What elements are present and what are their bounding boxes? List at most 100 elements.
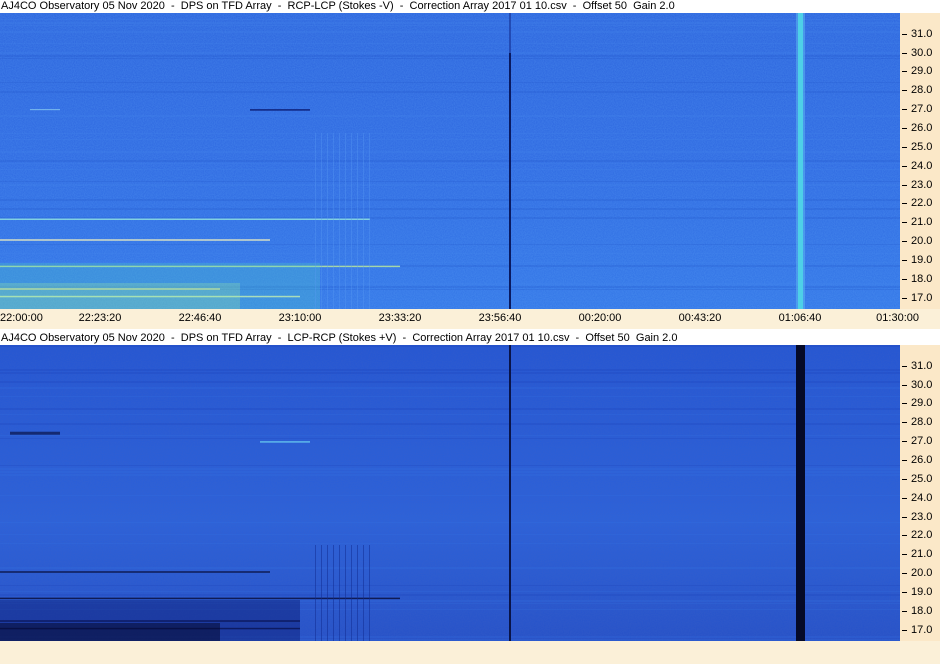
x-tick-label: 22:23:20 xyxy=(78,312,122,324)
frequency-band xyxy=(0,534,900,535)
y-tick-mark xyxy=(902,109,907,111)
frequency-band xyxy=(0,55,900,57)
frequency-band xyxy=(0,423,900,425)
frequency-band xyxy=(0,262,900,263)
faint-vertical-structure xyxy=(339,133,340,309)
faint-vertical-structure xyxy=(339,545,340,641)
faint-vertical-structure xyxy=(333,133,334,309)
dark-short-line xyxy=(10,431,60,435)
y-tick-mark xyxy=(902,71,907,73)
frequency-band xyxy=(0,372,900,374)
y-tick-label: 26.0 xyxy=(911,122,933,134)
y-tick-mark xyxy=(902,591,907,593)
frequency-band xyxy=(0,381,900,383)
faint-vertical-structure xyxy=(333,545,334,641)
y-tick-label: 20.0 xyxy=(911,235,933,248)
y-tick-label: 27.0 xyxy=(911,103,933,116)
y-tick: 30.0 xyxy=(900,47,940,59)
y-tick-label: 19.0 xyxy=(911,253,933,266)
faint-vertical-structure xyxy=(363,545,364,641)
y-tick: 17.0 xyxy=(900,624,940,636)
x-tick-label: 00:20:00 xyxy=(578,312,622,324)
y-tick-mark xyxy=(902,259,907,261)
frequency-band xyxy=(0,25,900,26)
frequency-band xyxy=(0,169,900,170)
frequency-band xyxy=(0,495,900,496)
frequency-band xyxy=(0,181,900,182)
frequency-band xyxy=(0,408,900,410)
y-tick-mark xyxy=(902,90,907,92)
y-tick: 31.0 xyxy=(900,28,940,40)
frequency-band xyxy=(0,22,900,24)
y-tick-mark xyxy=(902,554,907,556)
faint-vertical-structure xyxy=(345,133,346,309)
bright-short-line xyxy=(260,441,310,443)
frequency-band xyxy=(0,115,900,117)
y-tick-label: 18.0 xyxy=(911,272,933,285)
x-tick-label: 01:30:00 xyxy=(876,312,919,324)
y-tick: 28.0 xyxy=(900,416,940,428)
frequency-band xyxy=(0,208,900,210)
faint-vertical-structure xyxy=(321,133,322,309)
frequency-band xyxy=(0,387,900,389)
y-tick-label: 23.0 xyxy=(911,178,933,191)
frequency-band xyxy=(0,435,900,436)
y-tick-label: 28.0 xyxy=(911,84,933,97)
frequency-band xyxy=(0,471,900,473)
frequency-band xyxy=(0,468,900,470)
frequency-band xyxy=(0,160,900,162)
y-tick-label: 24.0 xyxy=(911,491,933,504)
dark-short-line xyxy=(250,109,310,111)
dark-vertical-band xyxy=(796,345,805,641)
y-tick-mark xyxy=(902,460,907,461)
faint-vertical-structure xyxy=(327,545,328,641)
y-tick-label: 22.0 xyxy=(911,529,933,542)
y-tick: 18.0 xyxy=(900,273,940,285)
top-y-axis: 31.0 30.0 29.0 28.0 27.0 26.0 25.0 24.0 23.0 22.0… xyxy=(900,13,940,309)
y-tick: 27.0 xyxy=(900,435,940,447)
y-tick-mark xyxy=(902,516,907,518)
y-tick-label: 28.0 xyxy=(911,416,933,429)
y-tick-label: 26.0 xyxy=(911,454,933,466)
frequency-band xyxy=(0,253,900,254)
x-tick-label: 22:00:00 xyxy=(0,312,43,324)
top-panel-title: AJ4CO Observatory 05 Nov 2020 - DPS on T… xyxy=(0,0,940,13)
frequency-band xyxy=(0,474,900,476)
rfi-short-line xyxy=(30,109,60,111)
y-tick-label: 24.0 xyxy=(911,159,933,172)
y-tick-mark xyxy=(902,222,907,224)
y-tick-mark xyxy=(902,629,907,631)
y-tick-mark xyxy=(902,573,907,575)
y-tick-label: 18.0 xyxy=(911,604,933,617)
faint-vertical-structure xyxy=(345,545,346,641)
y-tick: 26.0 xyxy=(900,454,940,466)
y-tick-label: 30.0 xyxy=(911,378,933,391)
y-tick-label: 31.0 xyxy=(911,359,933,372)
dark-rfi-line xyxy=(0,571,270,573)
frequency-band xyxy=(0,414,900,415)
rfi-line xyxy=(0,218,370,221)
x-tick-label: 23:33:20 xyxy=(378,312,422,324)
y-tick: 30.0 xyxy=(900,379,940,391)
faint-vertical-structure xyxy=(327,133,328,309)
frequency-band xyxy=(0,31,900,33)
y-tick-label: 25.0 xyxy=(911,140,933,153)
faint-vertical-structure xyxy=(363,133,364,309)
frequency-band xyxy=(0,82,900,83)
y-tick-mark xyxy=(902,203,907,205)
dark-vertical-line xyxy=(509,53,511,309)
y-tick-label: 31.0 xyxy=(911,27,933,40)
faint-vertical-structure xyxy=(315,133,316,309)
faint-vertical-structure xyxy=(351,545,352,641)
y-tick-mark xyxy=(902,241,907,243)
frequency-band xyxy=(0,543,900,544)
top-spectrogram xyxy=(0,13,900,309)
y-tick-label: 29.0 xyxy=(911,65,933,78)
faint-vertical-structure xyxy=(357,133,358,309)
frequency-band xyxy=(0,139,900,140)
frequency-band xyxy=(0,184,900,186)
y-tick-mark xyxy=(902,146,907,148)
y-tick: 28.0 xyxy=(900,84,940,96)
frequency-band xyxy=(0,91,900,93)
frequency-band xyxy=(0,133,900,134)
